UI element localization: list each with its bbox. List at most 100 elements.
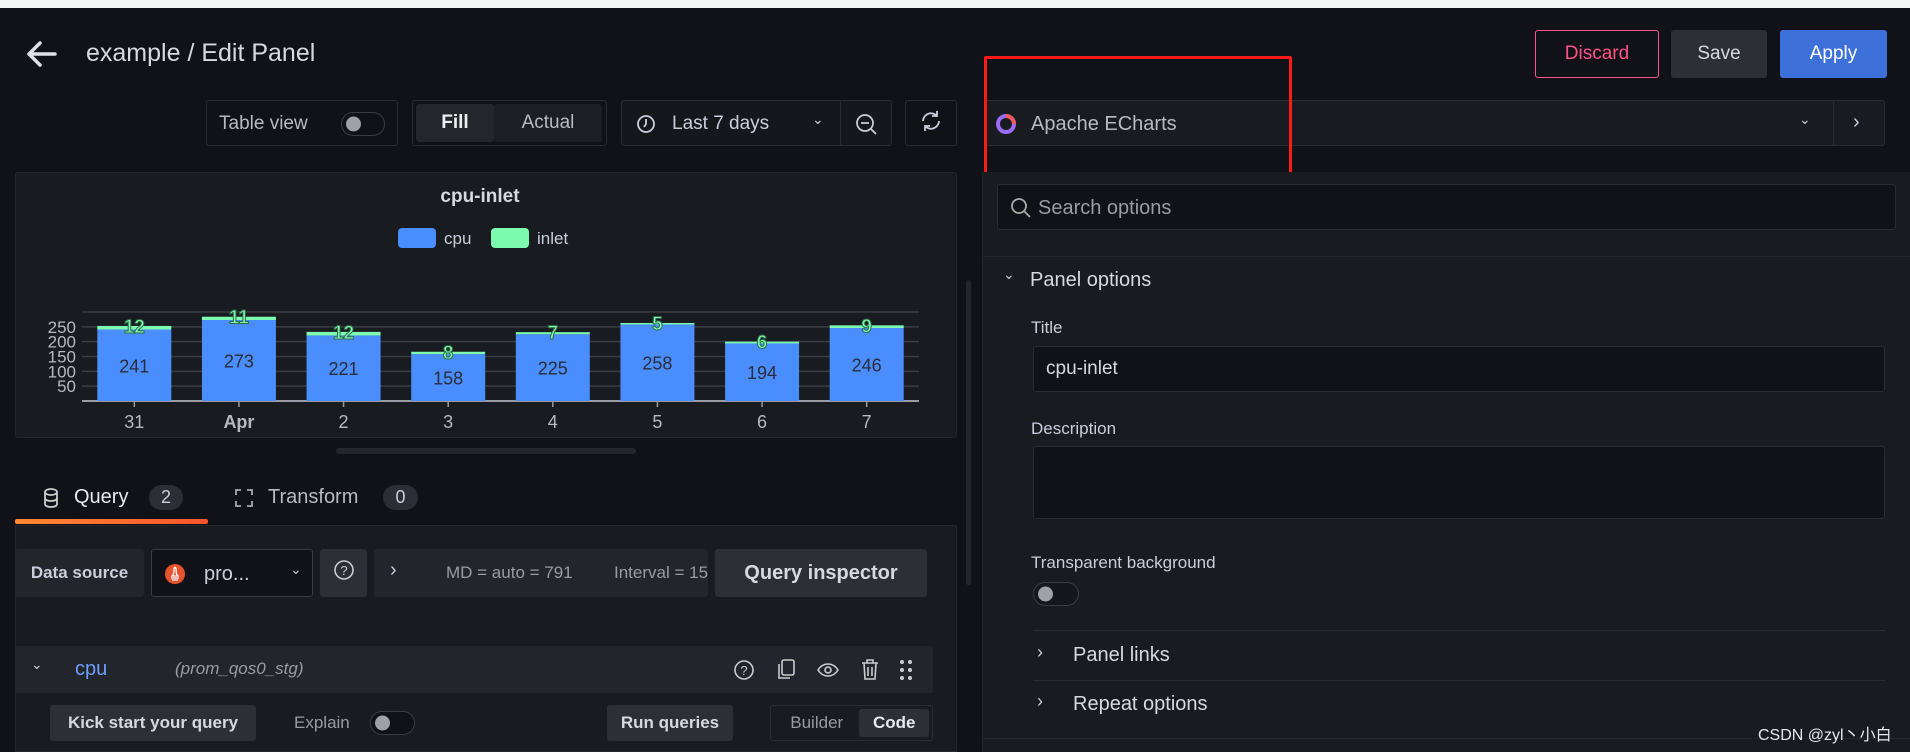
description-textarea[interactable] [1033, 446, 1885, 519]
query-inspector-button[interactable]: Query inspector [715, 549, 927, 597]
discard-button[interactable]: Discard [1535, 30, 1659, 78]
editor-mode-group: Builder Code [770, 705, 933, 741]
x-tick-label: 3 [443, 412, 453, 432]
bar-chart: cpu-inletcpu inlet50100150200250241123127… [48, 186, 919, 432]
legend-swatch-inlet [491, 228, 529, 248]
explain-switch[interactable] [370, 711, 415, 735]
database-icon [42, 487, 60, 514]
back-arrow-icon[interactable] [26, 40, 58, 68]
options-pane: Search options ⌄ Panel options Title cpu… [982, 172, 1910, 752]
panel-options-header[interactable]: Panel options [1030, 269, 1151, 292]
watermark: CSDN @zyl丶小白 [1758, 727, 1892, 744]
bar-label-cpu: 225 [538, 359, 568, 379]
chevron-right-icon[interactable]: › [1853, 111, 1860, 134]
help-button[interactable]: ? [320, 549, 367, 597]
top-strip [0, 0, 1910, 8]
bar-label-cpu: 194 [747, 363, 777, 383]
chevron-down-icon[interactable]: ⌄ [1003, 266, 1015, 283]
bar-label-cpu: 273 [224, 352, 254, 372]
x-tick-label: 5 [652, 412, 662, 432]
data-source-label: Data source [15, 549, 144, 597]
toggle-knob [375, 715, 390, 731]
interval: Interval = 15m [614, 563, 708, 582]
bar-label-cpu: 221 [329, 359, 359, 379]
chevron-down-icon: ⌄ [1799, 111, 1811, 127]
kick-start-query-button[interactable]: Kick start your query [50, 705, 256, 741]
highlight-box [984, 56, 1292, 177]
query-count-badge: 2 [149, 485, 183, 510]
duplicate-icon[interactable] [775, 658, 797, 687]
transform-icon [233, 487, 255, 514]
bar-label-inlet: 6 [757, 333, 768, 354]
bar-label-cpu: 258 [642, 354, 672, 374]
builder-mode-button[interactable]: Builder [774, 709, 859, 737]
bar-label-inlet: 8 [443, 343, 454, 364]
transparent-background-label: Transparent background [1031, 553, 1216, 572]
search-icon [1010, 197, 1032, 224]
fill-actual-group: Fill Actual [412, 100, 607, 146]
data-source-name: pro... [204, 563, 250, 585]
repeat-options-section[interactable]: Repeat options [1073, 693, 1208, 716]
chevron-down-icon[interactable]: ⌄ [31, 656, 43, 673]
chevron-right-icon: › [1037, 642, 1043, 662]
time-range-label: Last 7 days [672, 113, 770, 134]
y-tick-label: 250 [48, 318, 76, 337]
transform-count-badge: 0 [383, 485, 418, 510]
description-label: Description [1031, 419, 1117, 438]
panel-links-section[interactable]: Panel links [1073, 644, 1170, 667]
x-tick-label: 31 [124, 412, 144, 432]
help-icon[interactable]: ? [733, 659, 755, 686]
prometheus-icon [164, 563, 186, 590]
bar-label-inlet: 11 [229, 308, 250, 329]
bar-label-inlet: 5 [652, 314, 663, 335]
query-options-toggle[interactable]: › MD = auto = 791 Interval = 15m [374, 549, 708, 597]
drag-handle-icon[interactable] [899, 658, 913, 687]
help-icon: ? [333, 559, 355, 587]
tab-transform[interactable]: Transform [268, 486, 358, 509]
table-view-toggle-group[interactable]: Table view [206, 100, 398, 146]
bar-label-cpu: 241 [119, 356, 149, 376]
bar-label-inlet: 7 [548, 323, 559, 344]
code-mode-button[interactable]: Code [859, 709, 929, 737]
toggle-knob [346, 116, 361, 132]
search-options-input[interactable]: Search options [997, 184, 1896, 230]
legend-label-inlet: inlet [537, 229, 568, 248]
title-input-value: cpu-inlet [1046, 358, 1118, 379]
data-source-select[interactable]: pro... ⌄ [151, 549, 313, 597]
title-label: Title [1031, 318, 1063, 337]
svg-text:?: ? [740, 663, 747, 678]
horizontal-scrollbar[interactable] [336, 448, 636, 454]
zoom-out-icon[interactable] [855, 113, 879, 142]
legend-label-cpu: cpu [444, 229, 471, 248]
legend-swatch-cpu [398, 228, 436, 248]
apply-button[interactable]: Apply [1780, 30, 1887, 78]
x-tick-label: 4 [548, 412, 558, 432]
table-view-switch[interactable] [341, 112, 385, 136]
search-placeholder: Search options [1038, 197, 1172, 219]
transparent-background-switch[interactable] [1033, 582, 1079, 606]
eye-icon[interactable] [816, 659, 840, 686]
x-tick-label: 6 [757, 412, 767, 432]
page-title: example / Edit Panel [86, 39, 316, 67]
query-ref-id[interactable]: cpu [75, 658, 107, 681]
title-input[interactable]: cpu-inlet [1033, 346, 1885, 392]
x-tick-label: Apr [223, 412, 254, 432]
actual-button[interactable]: Actual [494, 104, 602, 142]
vertical-scrollbar[interactable] [966, 280, 971, 585]
time-range-picker[interactable]: Last 7 days ⌄ [621, 100, 892, 146]
fill-button[interactable]: Fill [416, 104, 494, 142]
chevron-right-icon: › [1037, 691, 1043, 711]
max-data-points: MD = auto = 791 [446, 563, 573, 582]
bar-label-inlet: 9 [861, 316, 872, 337]
refresh-button[interactable] [905, 100, 957, 146]
query-row-header[interactable]: ⌄ cpu (prom_qos0_stg) ? [15, 646, 933, 693]
active-tab-underline [15, 519, 208, 524]
save-button[interactable]: Save [1671, 30, 1767, 78]
query-datasource-name: (prom_qos0_stg) [175, 659, 304, 678]
x-tick-label: 2 [339, 412, 349, 432]
trash-icon[interactable] [860, 658, 880, 687]
bar-label-cpu: 246 [852, 356, 882, 376]
tab-query[interactable]: Query [74, 486, 128, 509]
run-queries-button[interactable]: Run queries [607, 705, 733, 741]
chevron-down-icon: ⌄ [290, 561, 302, 577]
